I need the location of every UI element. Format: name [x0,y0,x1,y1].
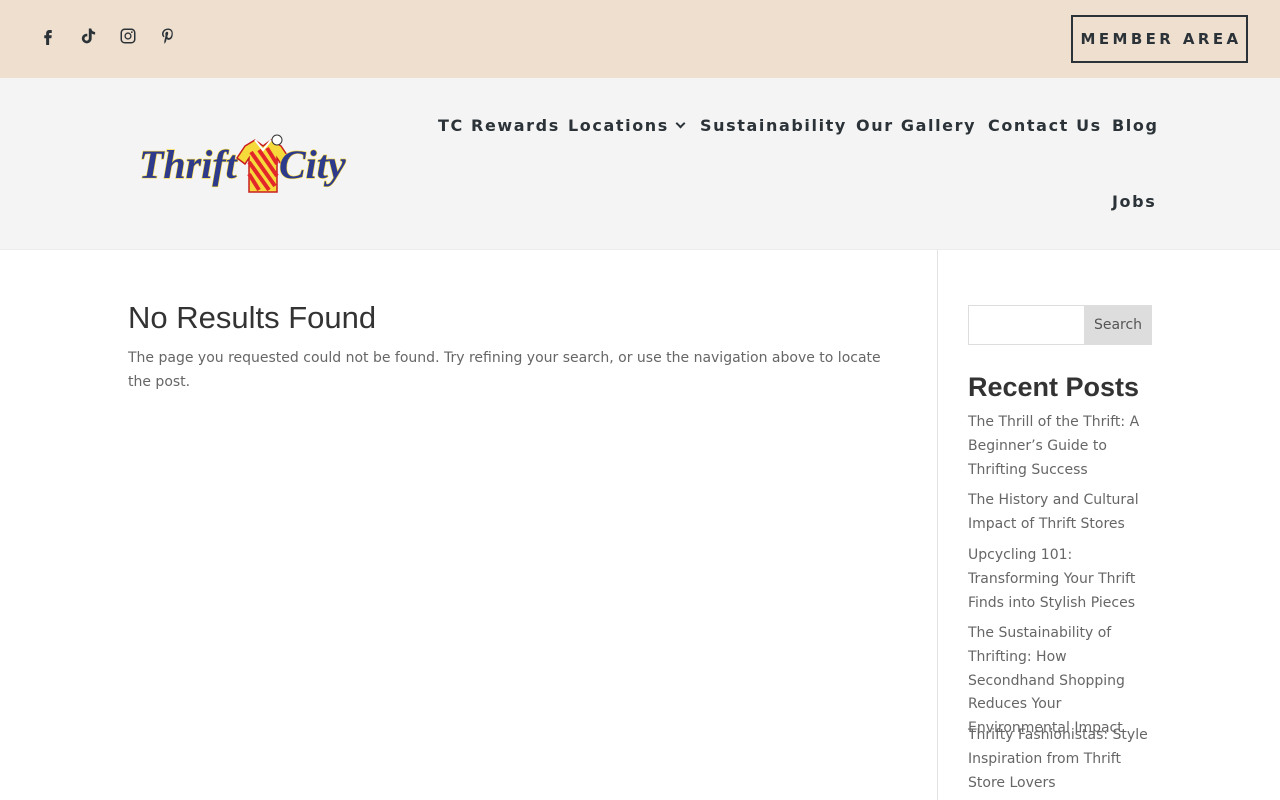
svg-text:City: City [279,142,346,187]
nav-contact-us[interactable]: Contact Us [988,116,1102,135]
nav-blog[interactable]: Blog [1112,116,1159,135]
recent-post-link[interactable]: Thrifty Fashionistas: Style Inspiration … [968,724,1154,795]
not-found-message: The page you requested could not be foun… [128,350,881,390]
chevron-down-icon [675,118,686,129]
nav-locations[interactable]: Locations [568,116,686,135]
thrift-city-logo[interactable]: Thrift City [137,130,357,200]
sidebar-divider [937,250,938,800]
search-input[interactable] [968,305,1084,345]
recent-post-link[interactable]: The Thrill of the Thrift: A Beginner’s G… [968,411,1154,482]
page-title: No Results Found [128,300,377,335]
nav-jobs[interactable]: Jobs [1112,192,1156,211]
tiktok-icon[interactable] [76,24,100,48]
nav-locations-label: Locations [568,116,669,135]
site-header: Thrift City TC Rewards Locations Sustain… [0,78,1280,250]
nav-our-gallery[interactable]: Our Gallery [856,116,976,135]
top-bar: MEMBER AREA [0,0,1280,78]
recent-post-link[interactable]: Upcycling 101: Transforming Your Thrift … [968,544,1154,615]
search-button[interactable]: Search [1084,305,1152,345]
pinterest-icon[interactable] [156,24,180,48]
svg-text:Thrift: Thrift [139,142,239,187]
nav-sustainability[interactable]: Sustainability [700,116,847,135]
recent-post-link[interactable]: The History and Cultural Impact of Thrif… [968,489,1154,537]
nav-tc-rewards[interactable]: TC Rewards [438,116,560,135]
facebook-icon[interactable] [36,24,60,48]
member-area-button[interactable]: MEMBER AREA [1071,15,1248,63]
recent-posts-title: Recent Posts [968,372,1140,402]
instagram-icon[interactable] [116,24,140,48]
